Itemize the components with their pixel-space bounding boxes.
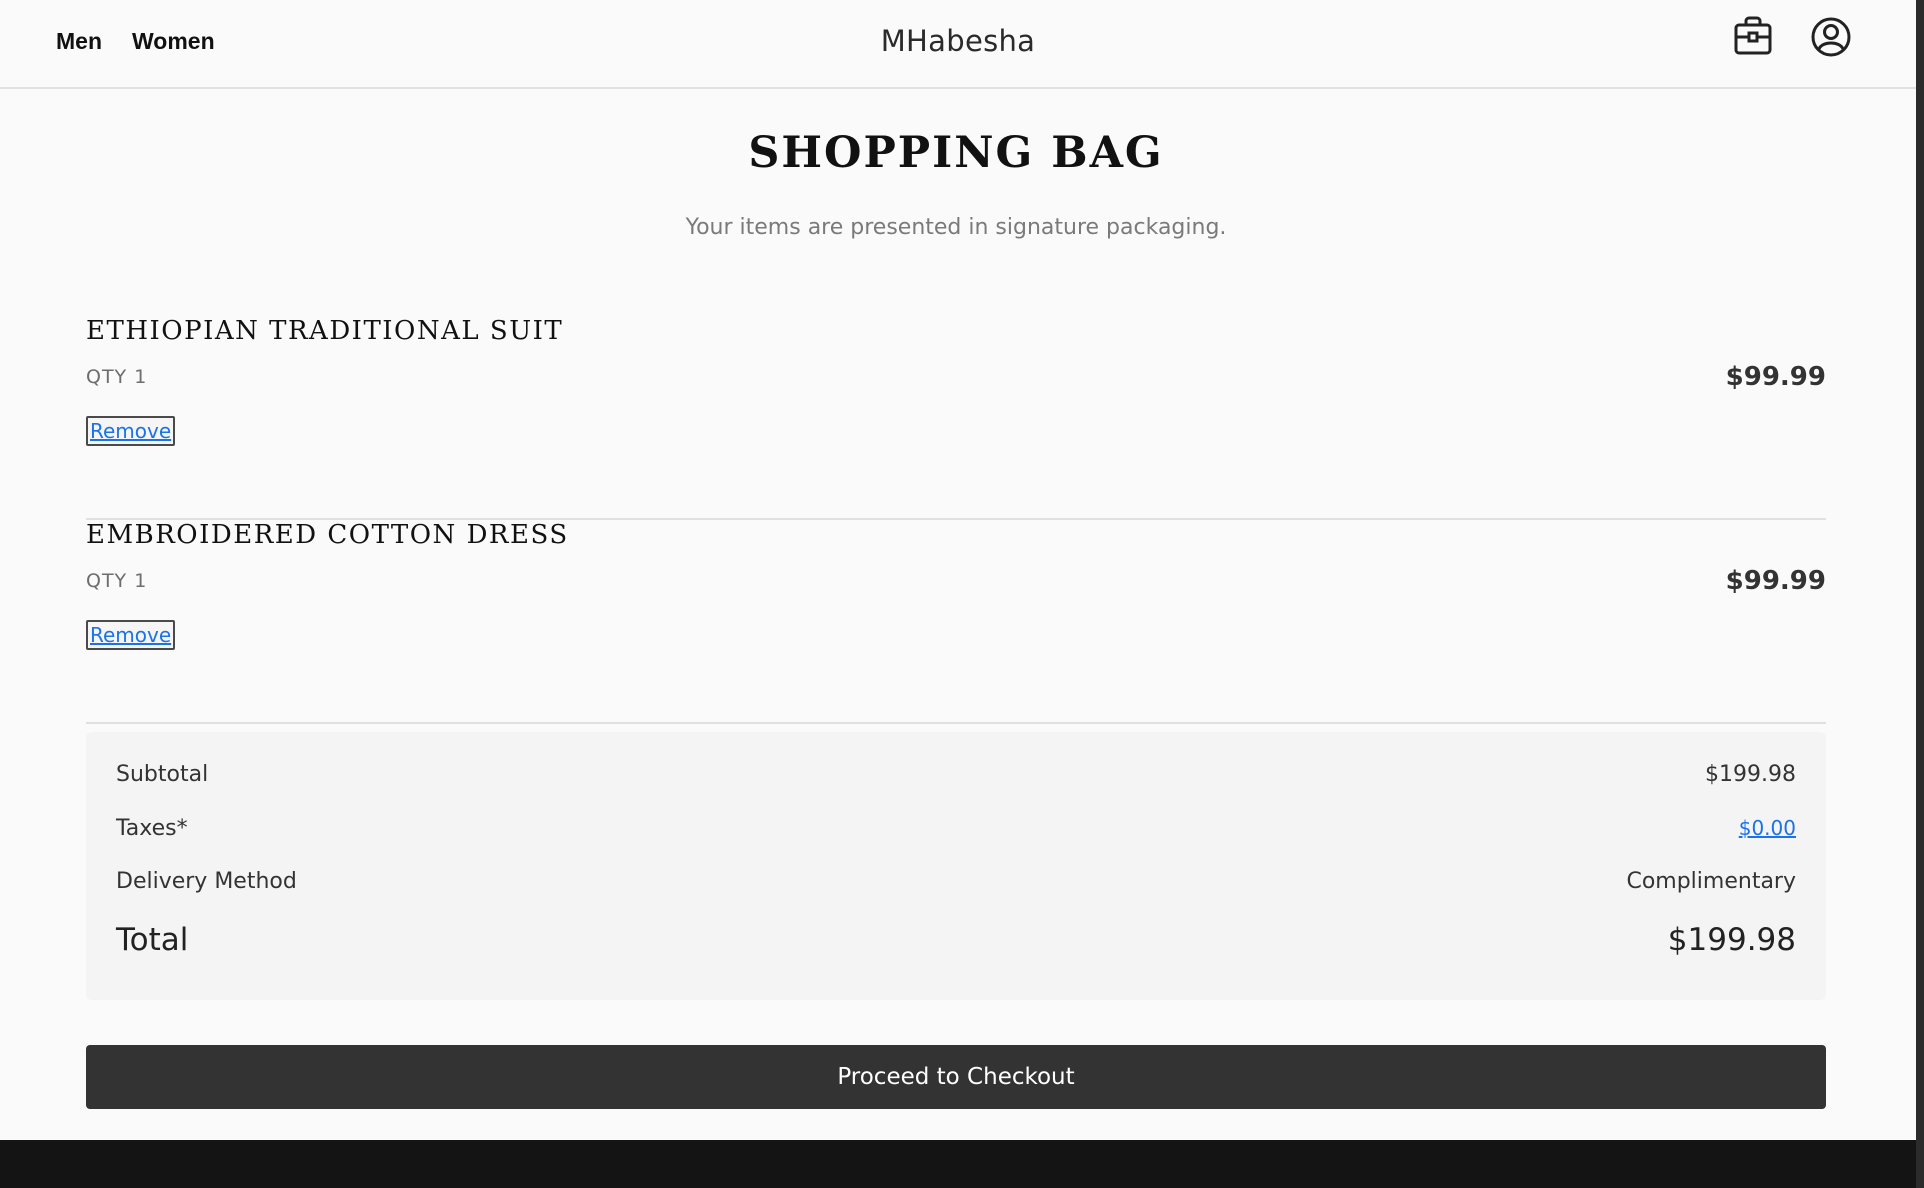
taxes-value-link[interactable]: $0.00 [1739, 816, 1796, 840]
account-icon[interactable] [1808, 14, 1854, 60]
remove-item-button[interactable]: Remove [86, 416, 176, 446]
brand-logo[interactable]: MHabesha [881, 24, 1036, 58]
item-name[interactable]: ETHIOPIAN TRADITIONAL SUIT [86, 316, 563, 346]
page-title: SHOPPING BAG [748, 128, 1164, 178]
proceed-to-checkout-button[interactable]: Proceed to Checkout [86, 1045, 1826, 1109]
total-row: Total $199.98 [116, 922, 1796, 958]
page-viewport: Men Women MHabesha SHOPPING BAG Your ite… [0, 0, 1916, 1140]
taxes-label: Taxes* [116, 816, 188, 841]
page-subtitle: Your items are presented in signature pa… [685, 215, 1227, 240]
order-summary: Subtotal $199.98 Taxes* $0.00 Delivery M… [86, 732, 1826, 1000]
subtotal-label: Subtotal [116, 762, 209, 787]
total-value: $199.98 [1667, 922, 1796, 958]
scrollbar[interactable] [1916, 0, 1924, 1188]
brand-logo-container: MHabesha [0, 24, 1916, 58]
remove-item-button[interactable]: Remove [86, 620, 176, 650]
total-label: Total [116, 922, 189, 958]
cart-item: ETHIOPIAN TRADITIONAL SUIT QTY 1 Remove … [86, 316, 1826, 520]
item-price: $99.99 [1725, 362, 1826, 392]
footer-band [0, 1140, 1916, 1188]
item-quantity: QTY 1 [86, 366, 148, 388]
nav-men-link[interactable]: Men [56, 28, 102, 55]
shopping-bag-icon[interactable] [1730, 14, 1776, 60]
item-quantity: QTY 1 [86, 570, 148, 592]
main-nav: Men Women [56, 28, 215, 55]
cart-item: EMBROIDERED COTTON DRESS QTY 1 Remove $9… [86, 520, 1826, 724]
site-header: Men Women MHabesha [0, 0, 1916, 89]
nav-women-link[interactable]: Women [132, 28, 215, 55]
taxes-row: Taxes* $0.00 [116, 816, 1796, 841]
subtotal-value: $199.98 [1705, 762, 1796, 787]
item-name[interactable]: EMBROIDERED COTTON DRESS [86, 520, 569, 550]
item-price: $99.99 [1725, 566, 1826, 596]
delivery-value: Complimentary [1626, 869, 1796, 894]
delivery-label: Delivery Method [116, 869, 297, 894]
delivery-row: Delivery Method Complimentary [116, 869, 1796, 894]
subtotal-row: Subtotal $199.98 [116, 762, 1796, 787]
